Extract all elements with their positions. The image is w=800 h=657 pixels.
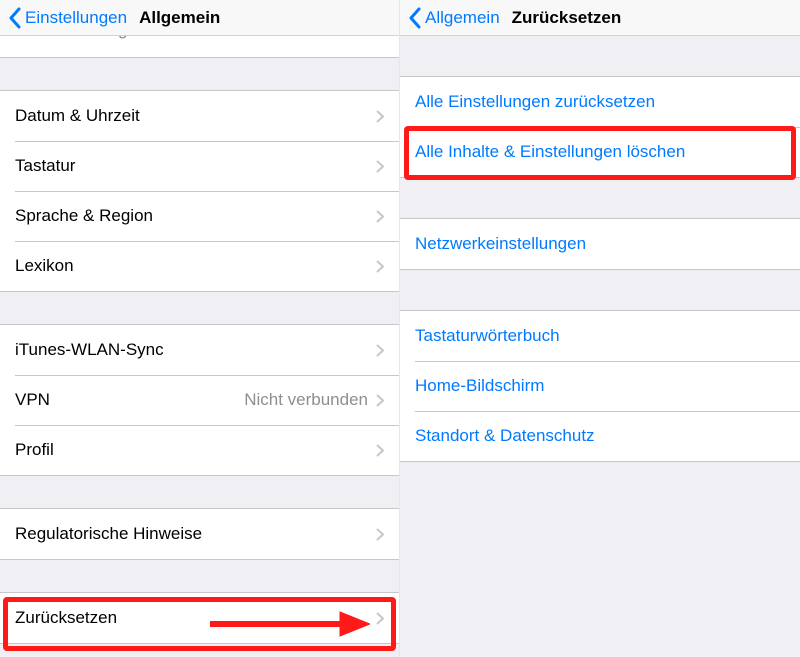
row-detail: Aus xyxy=(347,36,376,40)
chevron-left-icon xyxy=(408,7,421,29)
chevron-right-icon xyxy=(376,210,384,223)
row-profil[interactable]: Profil xyxy=(0,425,399,475)
row-label: VPN xyxy=(15,390,244,410)
row-restrictions-peek[interactable]: Einschränkungen Aus xyxy=(0,36,399,58)
page-title: Allgemein xyxy=(139,8,220,28)
row-label: iTunes-WLAN-Sync xyxy=(15,340,376,360)
row-label: Netzwerkeinstellungen xyxy=(415,234,785,254)
chevron-right-icon xyxy=(376,444,384,457)
chevron-right-icon xyxy=(376,394,384,407)
back-button[interactable]: Einstellungen xyxy=(8,7,127,29)
chevron-right-icon xyxy=(376,110,384,123)
group-reset-all: Alle Einstellungen zurücksetzen Alle Inh… xyxy=(400,76,800,178)
row-itunes-wlan-sync[interactable]: iTunes-WLAN-Sync xyxy=(0,325,399,375)
row-label: Lexikon xyxy=(15,256,376,276)
row-label: Alle Einstellungen zurücksetzen xyxy=(415,92,785,112)
back-label: Allgemein xyxy=(425,8,500,28)
settings-reset-pane: Allgemein Zurücksetzen Alle Einstellunge… xyxy=(400,0,800,657)
row-label: Profil xyxy=(15,440,376,460)
navbar: Einstellungen Allgemein xyxy=(0,0,399,36)
navbar: Allgemein Zurücksetzen xyxy=(400,0,800,36)
group-reset-misc: Tastaturwörterbuch Home-Bildschirm Stand… xyxy=(400,310,800,462)
group-regulatory: Regulatorische Hinweise xyxy=(0,508,399,560)
chevron-right-icon xyxy=(376,160,384,173)
row-label: Standort & Datenschutz xyxy=(415,426,785,446)
row-vpn[interactable]: VPN Nicht verbunden xyxy=(0,375,399,425)
row-tastaturwoerterbuch[interactable]: Tastaturwörterbuch xyxy=(400,311,800,361)
row-label: Zurücksetzen xyxy=(15,608,376,628)
chevron-right-icon xyxy=(376,260,384,273)
chevron-right-icon xyxy=(376,528,384,541)
chevron-right-icon xyxy=(376,612,384,625)
row-detail: Nicht verbunden xyxy=(244,390,368,410)
row-tastatur[interactable]: Tastatur xyxy=(0,141,399,191)
row-regulatorische-hinweise[interactable]: Regulatorische Hinweise xyxy=(0,509,399,559)
row-label: Sprache & Region xyxy=(15,206,376,226)
page-title: Zurücksetzen xyxy=(512,8,622,28)
settings-general-pane: Einstellungen Allgemein Einschränkungen … xyxy=(0,0,400,657)
row-home-bildschirm[interactable]: Home-Bildschirm xyxy=(400,361,800,411)
chevron-left-icon xyxy=(8,7,21,29)
row-alle-inhalte-loeschen[interactable]: Alle Inhalte & Einstellungen löschen xyxy=(400,127,800,177)
row-lexikon[interactable]: Lexikon xyxy=(0,241,399,291)
row-label: Tastatur xyxy=(15,156,376,176)
row-netzwerkeinstellungen[interactable]: Netzwerkeinstellungen xyxy=(400,219,800,269)
row-standort-datenschutz[interactable]: Standort & Datenschutz xyxy=(400,411,800,461)
row-label: Alle Inhalte & Einstellungen löschen xyxy=(415,142,785,162)
chevron-right-icon xyxy=(376,344,384,357)
row-alle-einstellungen-zuruecksetzen[interactable]: Alle Einstellungen zurücksetzen xyxy=(400,77,800,127)
row-label: Regulatorische Hinweise xyxy=(15,524,376,544)
row-label: Home-Bildschirm xyxy=(415,376,785,396)
group-reset-network: Netzwerkeinstellungen xyxy=(400,218,800,270)
group-reset: Zurücksetzen xyxy=(0,592,399,644)
row-datum-uhrzeit[interactable]: Datum & Uhrzeit xyxy=(0,91,399,141)
row-zuruecksetzen[interactable]: Zurücksetzen xyxy=(0,593,399,643)
group-sync: iTunes-WLAN-Sync VPN Nicht verbunden Pro… xyxy=(0,324,399,476)
row-label: Datum & Uhrzeit xyxy=(15,106,376,126)
row-label: Tastaturwörterbuch xyxy=(415,326,785,346)
back-label: Einstellungen xyxy=(25,8,127,28)
row-label: Einschränkungen xyxy=(15,36,347,40)
group-datetime: Datum & Uhrzeit Tastatur Sprache & Regio… xyxy=(0,90,399,292)
row-sprache-region[interactable]: Sprache & Region xyxy=(0,191,399,241)
back-button[interactable]: Allgemein xyxy=(408,7,500,29)
